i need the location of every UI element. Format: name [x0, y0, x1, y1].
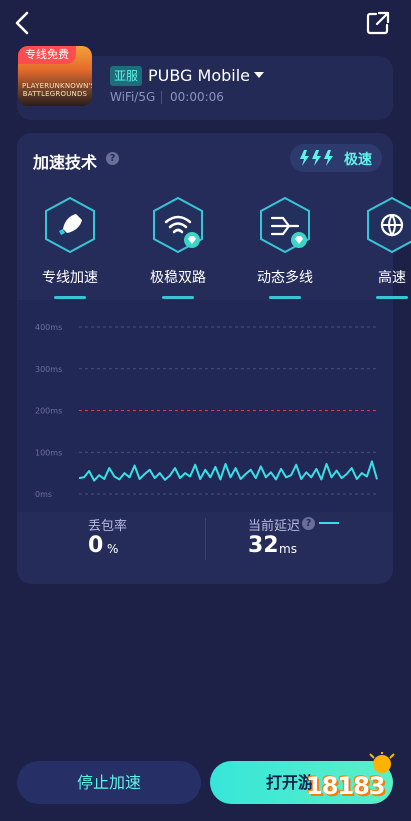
feature-label: 高速 — [378, 270, 406, 286]
help-icon[interactable]: ? — [106, 152, 119, 165]
speed-mode-label: 极速 — [344, 152, 372, 168]
latency-series-line — [78, 460, 378, 482]
game-art-title: PLAYERUNKNOWN'S BATTLEGROUNDS — [22, 82, 92, 98]
feature-indicator — [269, 296, 301, 299]
chevron-left-icon[interactable] — [8, 8, 38, 38]
network-type: WiFi/5G — [110, 90, 156, 104]
y-tick-label: 400ms — [35, 323, 62, 332]
lightning-icon — [300, 150, 333, 166]
game-cover-image: 专线免费 PLAYERUNKNOWN'S BATTLEGROUNDS — [18, 46, 92, 106]
latency-chart: 400ms 300ms 200ms 100ms 0ms — [35, 323, 378, 499]
multiline-icon — [260, 196, 310, 254]
feature-dedicated-line[interactable]: 专线加速 — [30, 196, 110, 299]
feature-label: 极稳双路 — [150, 270, 206, 286]
packet-loss-label: 丢包率 — [88, 519, 128, 534]
feature-dynamic-multiline[interactable]: 动态多线 — [245, 196, 325, 299]
free-line-badge: 专线免费 — [18, 46, 76, 64]
y-tick-label: 300ms — [35, 365, 62, 374]
packet-loss-unit: % — [107, 542, 119, 556]
stats-divider — [205, 518, 206, 560]
feature-dual-path[interactable]: 极稳双路 — [138, 196, 218, 299]
game-name[interactable]: PUBG Mobile — [148, 66, 250, 86]
packet-loss-value: 0 — [88, 533, 104, 558]
y-tick-label: 200ms — [35, 407, 62, 416]
feature-high-speed[interactable]: 高速 — [352, 196, 411, 299]
section-title: 加速技术 — [33, 153, 98, 172]
acceleration-timer: 00:00:06 — [170, 90, 224, 104]
globe-icon — [367, 196, 411, 254]
feature-indicator — [376, 296, 408, 299]
rocket-icon — [45, 196, 95, 254]
feature-label: 动态多线 — [257, 270, 313, 286]
caret-down-icon[interactable] — [254, 72, 264, 78]
latency-value: 32 — [248, 533, 279, 558]
y-tick-label: 0ms — [35, 490, 52, 499]
latency-label: 当前延迟 — [248, 519, 301, 534]
help-icon[interactable]: ? — [302, 517, 315, 530]
stop-acceleration-button[interactable]: 停止加速 — [17, 761, 201, 804]
share-external-icon[interactable] — [365, 10, 391, 36]
watermark-text: 18183 — [306, 772, 385, 800]
feature-label: 专线加速 — [42, 270, 98, 286]
feature-indicator — [162, 296, 194, 299]
latency-unit: ms — [279, 542, 297, 556]
region-tag: 亚服 — [110, 66, 143, 86]
feature-indicator — [54, 296, 86, 299]
y-tick-label: 100ms — [35, 448, 62, 457]
wifi-dual-icon — [153, 196, 203, 254]
top-bar — [0, 0, 411, 46]
latency-legend-line — [319, 522, 339, 524]
divider — [161, 91, 162, 104]
